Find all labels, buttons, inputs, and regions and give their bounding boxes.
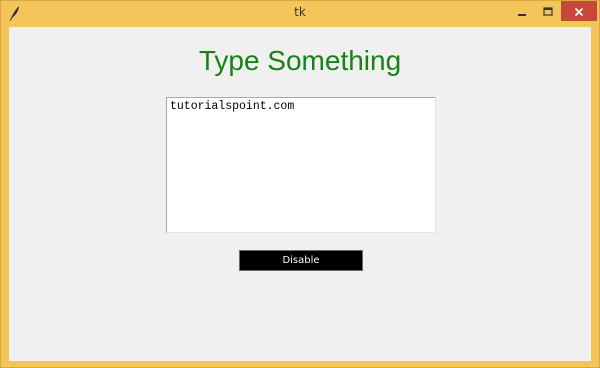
minimize-button[interactable] [509,1,535,21]
window-content: Type Something tutorialspoint.com Disabl… [9,27,591,361]
minimize-icon [517,2,527,21]
page-heading: Type Something [198,45,402,76]
close-button[interactable] [561,1,597,21]
app-window: tk Type Something tutorialspoint.com Dis… [0,0,600,368]
title-bar[interactable]: tk [1,1,599,25]
disable-button[interactable]: Disable [239,250,363,271]
close-icon [574,2,584,21]
text-input-area[interactable]: tutorialspoint.com [166,97,436,233]
maximize-button[interactable] [535,1,561,21]
maximize-icon [543,2,553,21]
